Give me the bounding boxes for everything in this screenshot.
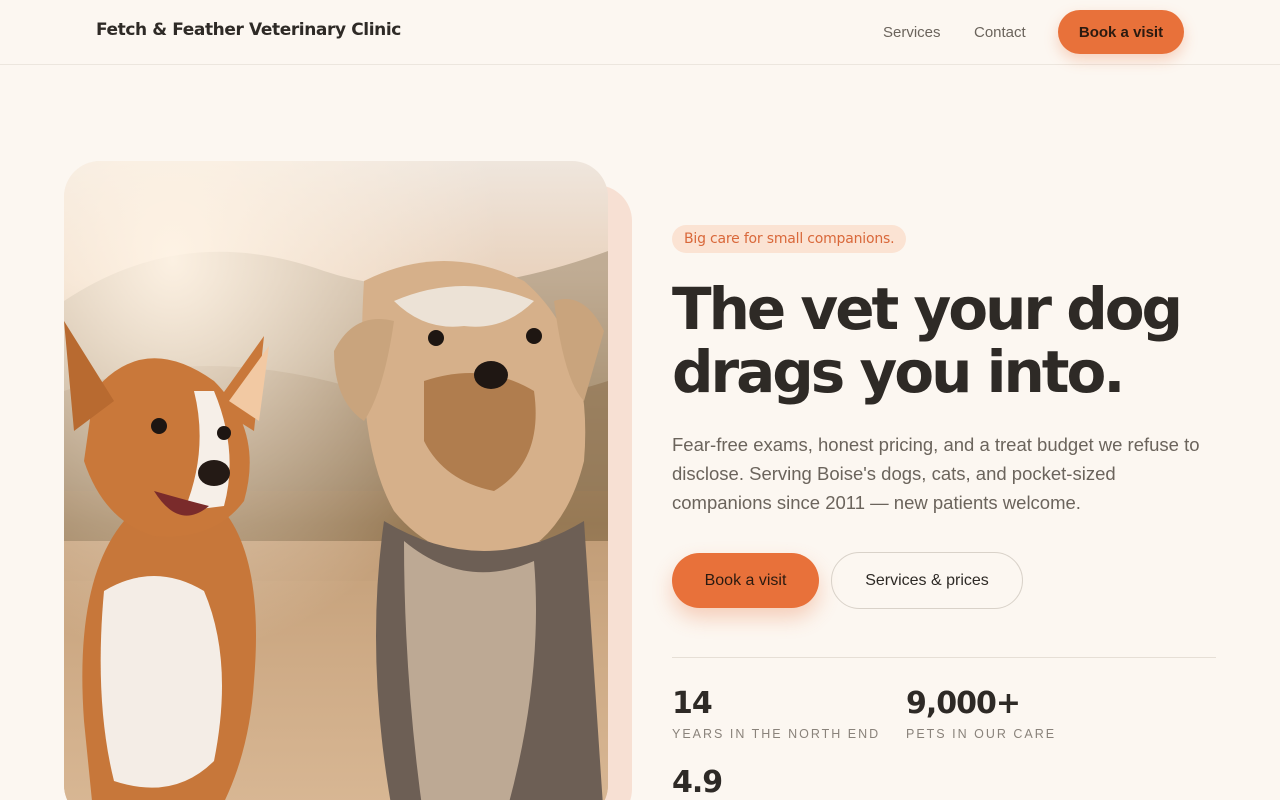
brand-name[interactable]: Fetch & Feather Veterinary Clinic xyxy=(96,20,401,40)
hero-headline: The vet your dog drags you into. xyxy=(672,278,1232,404)
header-book-visit-button[interactable]: Book a visit xyxy=(1058,10,1184,54)
stat-rating-value: 4.9 xyxy=(672,765,723,800)
hero-description: Fear-free exams, honest pricing, and a t… xyxy=(672,434,1200,513)
hero-dogs-photo xyxy=(64,161,608,800)
site-header: Fetch & Feather Veterinary Clinic Servic… xyxy=(0,0,1280,65)
dogs-illustration xyxy=(64,161,608,800)
headline-line-2: drags you into. xyxy=(672,338,1125,406)
tagline-badge: Big care for small companions. xyxy=(672,225,907,253)
stats-divider xyxy=(672,657,1216,658)
nav-link-contact[interactable]: Contact xyxy=(974,24,1026,41)
stat-pets-value: 9,000+ xyxy=(906,686,1021,721)
stat-pets-label: Pets in our care xyxy=(906,727,1057,741)
services-prices-button[interactable]: Services & prices xyxy=(831,552,1023,609)
stat-years-value: 14 xyxy=(672,686,713,721)
book-visit-button[interactable]: Book a visit xyxy=(672,553,819,608)
nav-link-services[interactable]: Services xyxy=(883,24,941,41)
headline-line-1: The vet your dog xyxy=(672,275,1183,343)
stat-years-label: Years in the North End xyxy=(672,727,881,741)
